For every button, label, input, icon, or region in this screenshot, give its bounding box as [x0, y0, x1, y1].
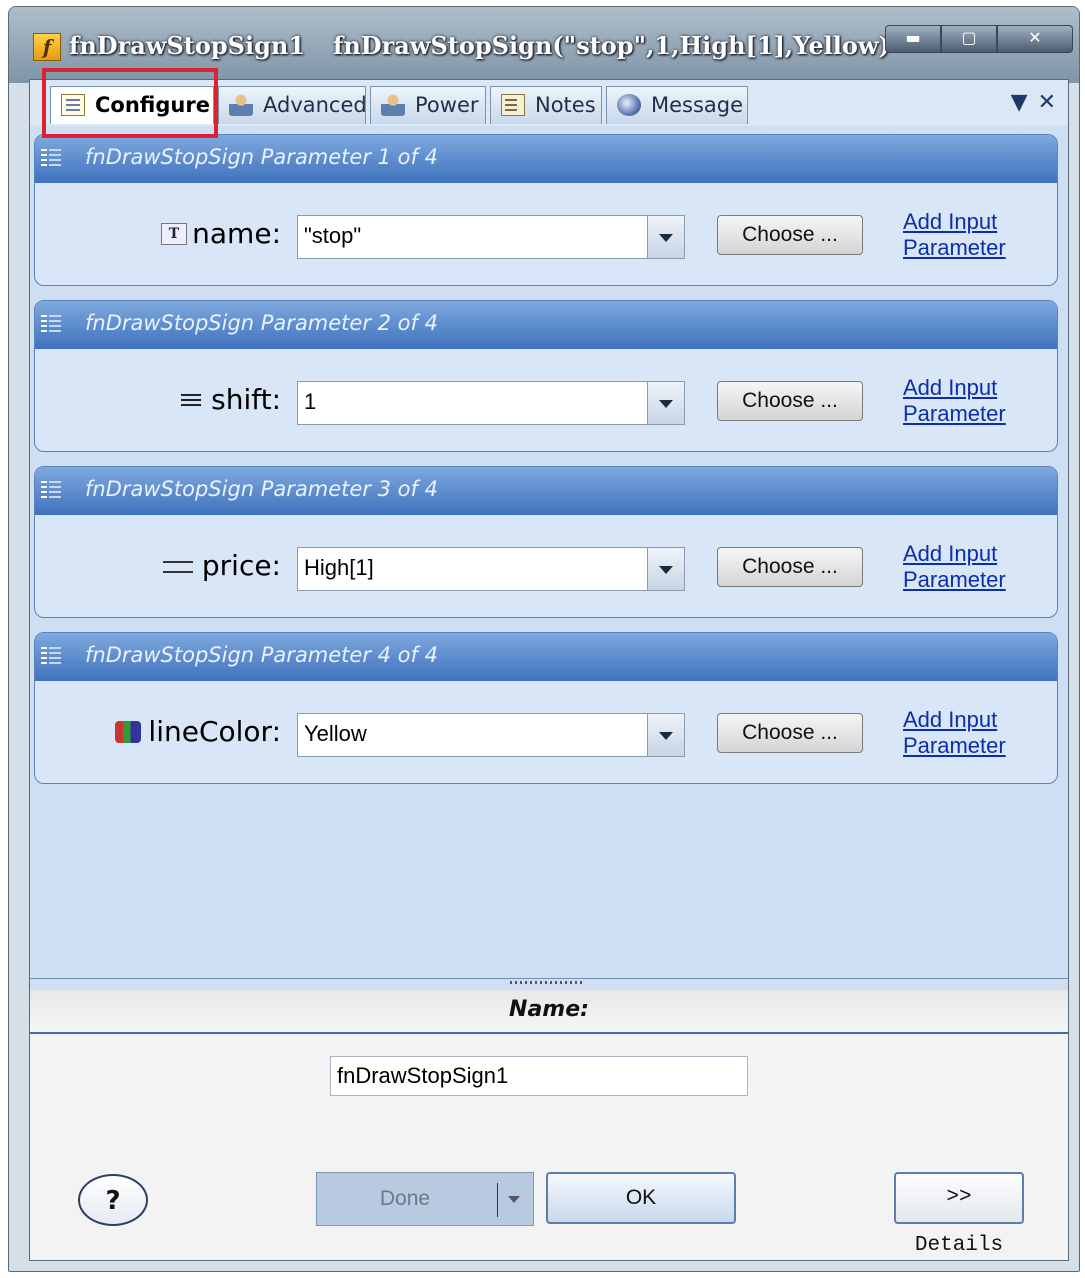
details-button[interactable]: >> Details — [894, 1172, 1024, 1257]
parameter-panel-header[interactable]: fnDrawStopSign Parameter 2 of 4 — [35, 301, 1057, 349]
parameter-label: price: — [201, 549, 281, 582]
function-icon: f — [33, 33, 61, 61]
parameter-panel-header[interactable]: fnDrawStopSign Parameter 1 of 4 — [35, 135, 1057, 183]
add-input-link-line1: Add Input — [903, 375, 998, 400]
tab-notes-label: Notes — [535, 93, 596, 117]
choose-button[interactable]: Choose ... — [717, 381, 863, 421]
parameter-value: 1 — [304, 389, 317, 414]
tab-message[interactable]: Message — [606, 86, 748, 124]
window-controls: ▬ ▢ ✕ — [885, 25, 1073, 53]
highlight-annotation-box — [42, 68, 218, 138]
tab-close-icon[interactable]: ✕ — [1038, 90, 1056, 115]
tab-advanced-label: Advanced — [263, 93, 367, 117]
grip-lines-icon — [49, 149, 61, 169]
window-title-expression: fnDrawStopSign("stop",1,High[1],Yellow) — [333, 31, 890, 60]
parameter-value-combo[interactable]: High[1] — [297, 547, 685, 591]
parameter-value-combo[interactable]: "stop" — [297, 215, 685, 259]
tab-power[interactable]: Power — [370, 86, 486, 124]
window-title-name: fnDrawStopSign1 — [69, 31, 306, 60]
add-input-link-line2: Parameter — [903, 235, 1006, 260]
chevron-down-icon[interactable] — [647, 548, 684, 590]
power-icon — [381, 94, 405, 116]
grip-icon — [41, 481, 47, 501]
maximize-button[interactable]: ▢ — [941, 25, 997, 53]
tab-message-label: Message — [651, 93, 744, 117]
parameter-panel-title: fnDrawStopSign Parameter 4 of 4 — [85, 643, 438, 667]
grip-icon — [41, 315, 47, 335]
parameter-panel-header[interactable]: fnDrawStopSign Parameter 4 of 4 — [35, 633, 1057, 681]
add-input-link-line2: Parameter — [903, 401, 1006, 426]
add-input-link-line2: Parameter — [903, 733, 1006, 758]
choose-button[interactable]: Choose ... — [717, 215, 863, 255]
grip-icon — [41, 149, 47, 169]
ok-button[interactable]: OK — [546, 1172, 736, 1224]
choose-button[interactable]: Choose ... — [717, 713, 863, 753]
numeric-type-icon — [179, 389, 205, 411]
parameter-value: High[1] — [304, 555, 374, 580]
minimize-button[interactable]: ▬ — [885, 25, 941, 53]
text-type-icon: T — [161, 223, 187, 245]
parameter-panel-3: fnDrawStopSign Parameter 3 of 4 price: H… — [34, 466, 1058, 618]
grip-lines-icon — [49, 315, 61, 335]
message-icon — [617, 94, 641, 116]
add-input-link-line1: Add Input — [903, 541, 998, 566]
parameter-panel-4: fnDrawStopSign Parameter 4 of 4 lineColo… — [34, 632, 1058, 784]
tab-power-label: Power — [415, 93, 479, 117]
chevron-down-icon[interactable] — [647, 382, 684, 424]
close-button[interactable]: ✕ — [997, 25, 1073, 53]
parameter-value: Yellow — [304, 721, 367, 746]
parameter-label: lineColor: — [148, 715, 281, 748]
notes-icon — [501, 94, 525, 116]
parameter-value-combo[interactable]: Yellow — [297, 713, 685, 757]
parameter-panel-2: fnDrawStopSign Parameter 2 of 4 shift: 1… — [34, 300, 1058, 452]
chevron-down-icon[interactable] — [508, 1196, 520, 1203]
add-input-parameter-link[interactable]: Add Input Parameter — [903, 707, 1006, 759]
price-series-icon — [163, 561, 193, 573]
parameter-panel-header[interactable]: fnDrawStopSign Parameter 3 of 4 — [35, 467, 1057, 515]
grip-lines-icon — [49, 481, 61, 501]
add-input-link-line2: Parameter — [903, 567, 1006, 592]
chevron-down-icon[interactable] — [647, 714, 684, 756]
help-button[interactable]: ? — [78, 1174, 148, 1226]
parameter-panel-title: fnDrawStopSign Parameter 3 of 4 — [85, 477, 438, 501]
color-palette-icon — [115, 721, 141, 743]
add-input-parameter-link[interactable]: Add Input Parameter — [903, 209, 1006, 261]
choose-button[interactable]: Choose ... — [717, 547, 863, 587]
grip-lines-icon — [49, 647, 61, 667]
parameter-label: shift: — [211, 383, 281, 416]
parameter-panel-title: fnDrawStopSign Parameter 1 of 4 — [85, 145, 438, 169]
dialog-client-area: Configure Advanced Power Notes Message ▼… — [29, 79, 1069, 1261]
tab-advanced[interactable]: Advanced — [218, 86, 367, 124]
done-button-label: Done — [379, 1187, 431, 1210]
grip-icon — [41, 647, 47, 667]
name-input[interactable]: fnDrawStopSign1 — [330, 1056, 748, 1096]
parameter-value-combo[interactable]: 1 — [297, 381, 685, 425]
name-section: Name: fnDrawStopSign1 ? Done OK >> Detai… — [30, 990, 1068, 1260]
chevron-down-icon[interactable] — [647, 216, 684, 258]
name-section-header: Name: — [30, 990, 1068, 1034]
parameters-area[interactable]: fnDrawStopSign Parameter 1 of 4 T name: … — [30, 126, 1068, 978]
add-input-link-line1: Add Input — [903, 209, 998, 234]
add-input-parameter-link[interactable]: Add Input Parameter — [903, 375, 1006, 427]
tab-notes[interactable]: Notes — [490, 86, 602, 124]
dialog-window: f fnDrawStopSign1 fnDrawStopSign("stop",… — [8, 6, 1080, 1272]
parameter-panel-title: fnDrawStopSign Parameter 2 of 4 — [85, 311, 438, 335]
done-split-button[interactable]: Done — [316, 1172, 534, 1226]
tab-dropdown-icon[interactable]: ▼ — [1011, 90, 1028, 115]
advanced-icon — [229, 94, 253, 116]
parameter-value: "stop" — [304, 223, 362, 248]
add-input-link-line1: Add Input — [903, 707, 998, 732]
parameter-panel-1: fnDrawStopSign Parameter 1 of 4 T name: … — [34, 134, 1058, 286]
split-divider — [497, 1183, 498, 1217]
parameter-label: name: — [192, 217, 281, 250]
tabstrip-controls: ▼ ✕ — [1001, 90, 1056, 115]
add-input-parameter-link[interactable]: Add Input Parameter — [903, 541, 1006, 593]
